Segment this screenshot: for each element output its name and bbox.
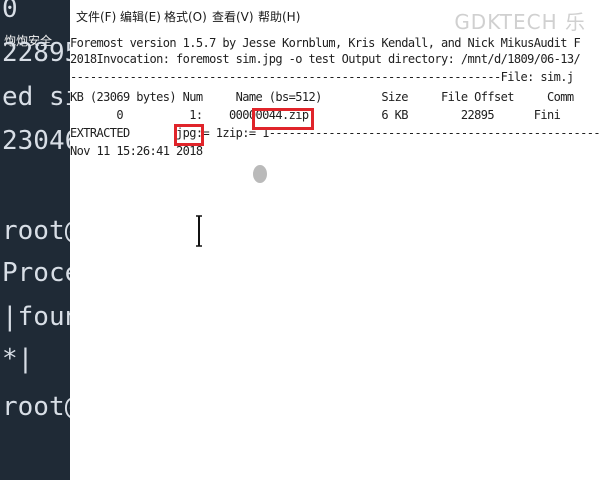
text-line: Nov 11 15:26:41 2018 <box>70 144 203 158</box>
text-cursor-icon <box>196 215 202 247</box>
menu-view[interactable]: 查看(V) <box>212 8 254 25</box>
text-editor-area[interactable]: Foremost version 1.5.7 by Jesse Kornblum… <box>70 32 600 480</box>
text-line: EXTRACTED jpg:= 1zip:= 1----------------… <box>70 126 600 140</box>
terminal-line: 22895 <box>2 38 70 68</box>
terminal-line: ed si <box>2 82 70 112</box>
notepad-window[interactable]: 文件(F) 编辑(E) 格式(O) 查看(V) 帮助(H) GDKTECH 乐 … <box>70 0 600 480</box>
terminal-panel[interactable]: 0 炮炮安全 22895 ed si 23046 root@ Proce |fo… <box>0 0 70 480</box>
text-line: KB (23069 bytes) Num Name (bs=512) Size … <box>70 90 574 104</box>
highlight-box-jpg <box>174 124 204 146</box>
menu-file[interactable]: 文件(F) <box>76 8 116 25</box>
text-line: Foremost version 1.5.7 by Jesse Kornblum… <box>70 36 581 50</box>
terminal-line: Proce <box>2 258 70 288</box>
terminal-line: root@ <box>2 216 70 246</box>
highlight-box-zip <box>252 108 314 130</box>
menu-bar: 文件(F) 编辑(E) 格式(O) 查看(V) 帮助(H) GDKTECH 乐 <box>70 0 600 34</box>
mouse-pointer-icon <box>253 165 267 183</box>
text-line: 0 1: 00000044.zip 6 KB 22895 Fini <box>70 108 561 122</box>
text-line: ----------------------------------------… <box>70 70 574 84</box>
text-line: 2018Invocation: foremost sim.jpg -o test… <box>70 52 581 66</box>
menu-format[interactable]: 格式(O) <box>164 8 207 25</box>
menu-help[interactable]: 帮助(H) <box>258 8 300 25</box>
menu-edit[interactable]: 编辑(E) <box>120 8 161 25</box>
terminal-line: root@ <box>2 392 70 422</box>
terminal-line: 23046 <box>2 126 70 156</box>
terminal-line: 0 <box>2 0 18 24</box>
terminal-line: |foun <box>2 302 70 332</box>
watermark-logo: GDKTECH 乐 <box>454 10 586 34</box>
terminal-line: *| <box>2 344 34 374</box>
